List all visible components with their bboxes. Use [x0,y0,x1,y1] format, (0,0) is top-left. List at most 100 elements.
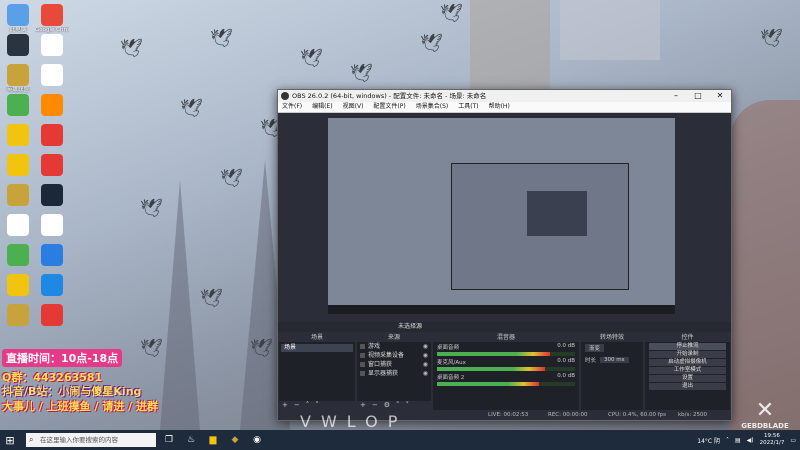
desktop-icon[interactable] [35,94,69,117]
folder-icon [7,154,29,176]
source-item[interactable]: 游戏 ◉ [357,342,431,351]
obs-taskbar-icon[interactable]: ◉ [248,431,266,449]
desktop-icon[interactable] [35,124,69,147]
down-icon[interactable]: ˅ [406,401,410,410]
settings-button[interactable]: 设置 [649,375,726,382]
desktop-icon[interactable] [35,214,69,237]
source-item[interactable]: 视频采集设备 ◉ [357,351,431,360]
desktop-icon[interactable] [1,214,35,237]
desktop-icon[interactable] [1,304,35,327]
network-icon[interactable]: ▤ [735,437,741,444]
menu-tools[interactable]: 工具(T) [458,102,478,112]
volume-meter[interactable] [437,367,575,371]
no-source-selected: 未选择源 [398,323,423,330]
remove-icon[interactable]: − [294,401,300,410]
minimize-icon[interactable]: – [665,90,687,102]
remove-icon[interactable]: − [372,401,378,410]
desktop-icon[interactable] [35,64,69,87]
add-icon[interactable]: + [360,401,366,410]
exit-button[interactable]: 退出 [649,383,726,390]
document-icon [41,64,63,86]
desktop-icon[interactable] [1,34,35,57]
mixer-channel-db: 0.0 dB [557,358,575,364]
down-icon[interactable]: ˅ [315,401,319,410]
up-icon[interactable]: ˄ [396,401,400,410]
volume-meter[interactable] [437,382,575,386]
checkbox-icon[interactable] [360,362,365,367]
weather-widget[interactable]: 14°C 阴 [697,436,720,445]
pigeon-icon: 🕊 [200,288,223,309]
menu-view[interactable]: 视图(V) [343,102,364,112]
desktop-icon[interactable] [35,304,69,327]
volume-meter[interactable] [437,352,575,356]
scene-item[interactable]: 场景 [281,344,353,352]
desktop-icon[interactable] [35,34,69,57]
start-recording-button[interactable]: 开始录制 [649,351,726,358]
desktop-icon[interactable] [1,274,35,297]
desktop-icon[interactable] [35,184,69,207]
maximize-icon[interactable]: □ [687,90,709,102]
edge-icon [41,274,63,296]
desktop-icon[interactable]: 英雄联盟 [1,64,35,94]
clock-time: 19:56 [764,433,780,439]
eye-icon[interactable]: ◉ [423,342,428,351]
eye-icon[interactable]: ◉ [423,360,428,369]
checkbox-icon[interactable] [360,371,365,376]
eye-icon[interactable]: ◉ [423,369,428,378]
menu-edit[interactable]: 编辑(E) [312,102,332,112]
desktop-icon[interactable] [1,184,35,207]
desktop-icon[interactable] [1,154,35,177]
volume-meter-fill [437,382,540,386]
source-item[interactable]: 显示器捕获 ◉ [357,369,431,378]
league-taskbar-icon[interactable]: ◆ [226,431,244,449]
windows-start-icon[interactable]: ⊞ [0,430,20,450]
obs-window[interactable]: OBS 26.0.2 (64-bit, windows) - 配置文件: 未命名… [277,89,732,421]
rec-timer: REC: 00:00:00 [548,412,588,418]
obs-titlebar[interactable]: OBS 26.0.2 (64-bit, windows) - 配置文件: 未命名… [278,90,731,102]
menu-file[interactable]: 文件(F) [282,102,302,112]
desktop-icon[interactable]: Google Chrome [35,4,69,34]
mixer-channel-name: 桌面音频 [437,345,460,351]
chevron-up-icon[interactable]: ˄ [726,437,729,444]
eye-icon[interactable]: ◉ [423,351,428,360]
pigeon-icon: 🕊 [220,168,243,189]
desktop-icon[interactable] [1,94,35,117]
desktop-icon[interactable] [35,244,69,267]
qq-icon [7,214,29,236]
transitions-dock-title: 转场特效 [581,334,643,342]
checkbox-icon[interactable] [360,353,365,358]
taskbar-clock[interactable]: 19:56 2022/1/7 [760,433,785,447]
cpu-fps: CPU: 0.4%, 60.00 fps [608,412,667,418]
transition-select[interactable]: 渐变 [585,344,605,352]
source-label: 视频采集设备 [368,352,405,359]
add-icon[interactable]: + [282,401,288,410]
desktop-icon[interactable] [1,244,35,267]
source-status-strip: 未选择源 [278,322,731,332]
start-virtual-camera-button[interactable]: 启动虚拟摄像机 [649,359,726,366]
notification-icon[interactable]: ▭ [790,437,796,444]
steam-taskbar-icon[interactable]: ♨ [182,431,200,449]
folder-taskbar-icon[interactable]: ▆ [204,431,222,449]
source-item[interactable]: 窗口捕获 ◉ [357,360,431,369]
app-icon [41,154,63,176]
taskbar-search-input[interactable]: 在这里输入你要搜索的内容 [26,433,156,447]
up-icon[interactable]: ˄ [306,401,310,410]
stop-streaming-button[interactable]: 停止推流 [649,343,726,350]
gear-icon[interactable]: ⚙ [384,401,390,410]
desktop-icon[interactable] [1,124,35,147]
chrome-icon [41,4,63,26]
menu-profile[interactable]: 配置文件(P) [373,102,405,112]
obs-preview-canvas[interactable] [328,118,675,314]
brand-watermark: ✕ GEBDBLADE [740,400,790,431]
desktop-icon[interactable] [35,274,69,297]
studio-mode-button[interactable]: 工作室模式 [649,367,726,374]
desktop-icon[interactable]: 此电脑 [1,4,35,34]
menu-help[interactable]: 帮助(H) [489,102,510,112]
task-view-icon[interactable]: ❐ [160,431,178,449]
desktop-icon[interactable] [35,154,69,177]
checkbox-icon[interactable] [360,344,365,349]
duration-input[interactable]: 300 ms [600,357,629,363]
volume-icon[interactable]: ◀) [747,437,754,444]
menu-scene-collection[interactable]: 场景集合(S) [416,102,449,112]
close-icon[interactable]: ✕ [709,90,731,102]
